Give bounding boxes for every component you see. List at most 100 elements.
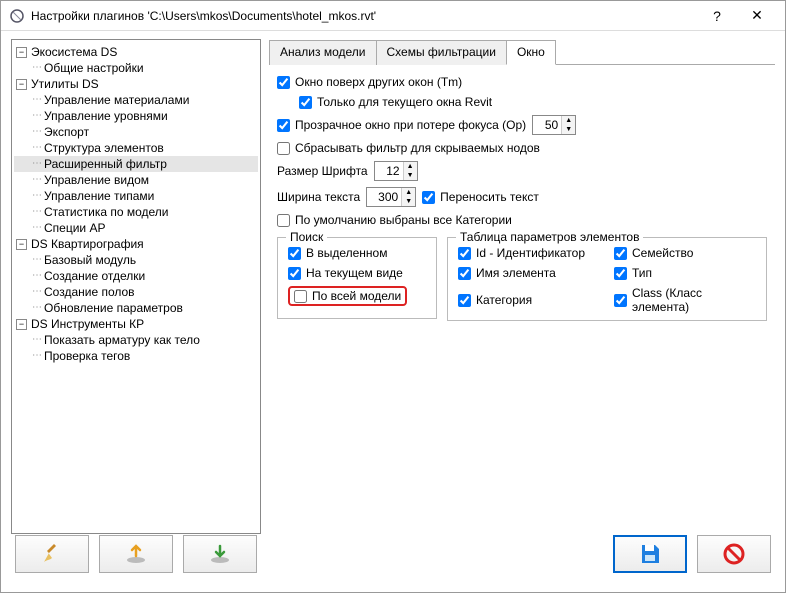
chk-col-id[interactable]: Id - Идентификатор [458,246,600,260]
chk-default-all-categories[interactable]: По умолчанию выбраны все Категории [277,213,512,227]
tree-node[interactable]: −Экосистема DS [14,44,258,60]
spin-up-icon[interactable]: ▲ [562,116,575,125]
tree-branch-icon: ⋯ [32,108,40,124]
tree-leaf[interactable]: ⋯Создание полов [14,284,258,300]
tree-leaf[interactable]: ⋯Создание отделки [14,268,258,284]
spin-down-icon[interactable]: ▼ [402,197,415,206]
tree-leaf-label: Проверка тегов [44,348,130,364]
highlight-whole-model: По всей модели [288,286,407,306]
spin-up-icon[interactable]: ▲ [404,162,417,171]
chk-search-current-view[interactable]: На текущем виде [288,266,403,280]
tree-toggle-icon[interactable]: − [16,47,27,58]
tree-leaf[interactable]: ⋯Управление видом [14,172,258,188]
tree-branch-icon: ⋯ [32,60,40,76]
tab-window-content: Окно поверх других окон (Tm) Только для … [269,65,775,534]
tree-branch-icon: ⋯ [32,300,40,316]
nav-tree[interactable]: −Экосистема DS⋯Общие настройки−Утилиты D… [11,39,261,534]
tree-node-label: Утилиты DS [31,76,99,92]
tree-node[interactable]: −Утилиты DS [14,76,258,92]
tree-leaf-label: Базовый модуль [44,252,136,268]
tree-leaf[interactable]: ⋯Базовый модуль [14,252,258,268]
spin-down-icon[interactable]: ▼ [562,125,575,134]
tree-leaf-label: Расширенный фильтр [44,156,167,172]
window-title: Настройки плагинов 'C:\Users\mkos\Docume… [31,9,697,23]
tree-leaf-label: Управление уровнями [44,108,168,124]
tree-leaf[interactable]: ⋯Проверка тегов [14,348,258,364]
tree-branch-icon: ⋯ [32,172,40,188]
tree-leaf-label: Управление типами [44,188,154,204]
tab[interactable]: Окно [506,40,556,65]
chk-col-class[interactable]: Class (Класс элемента) [614,286,756,314]
tree-leaf[interactable]: ⋯Обновление параметров [14,300,258,316]
chk-col-category[interactable]: Категория [458,286,600,314]
tree-leaf-label: Общие настройки [44,60,144,76]
clean-button[interactable] [15,535,89,573]
tree-branch-icon: ⋯ [32,204,40,220]
tabs: Анализ моделиСхемы фильтрацииОкно [269,39,775,65]
tree-node[interactable]: −DS Инструменты КР [14,316,258,332]
chk-reset-filter[interactable]: Сбрасывать фильтр для скрываемых нодов [277,141,540,155]
font-size-spinner[interactable]: ▲▼ [374,161,418,181]
group-param-table: Таблица параметров элементов Id - Иденти… [447,237,767,321]
tree-branch-icon: ⋯ [32,92,40,108]
tree-leaf[interactable]: ⋯Экспорт [14,124,258,140]
tree-leaf[interactable]: ⋯Статистика по модели [14,204,258,220]
chk-col-type[interactable]: Тип [614,266,756,280]
font-size-label: Размер Шрифта [277,164,368,178]
tree-node[interactable]: −DS Квартирография [14,236,258,252]
close-button[interactable]: ✕ [737,2,777,30]
tree-leaf[interactable]: ⋯Общие настройки [14,60,258,76]
chk-search-selection[interactable]: В выделенном [288,246,387,260]
tree-leaf-label: Статистика по модели [44,204,169,220]
tree-leaf-label: Обновление параметров [44,300,183,316]
spin-up-icon[interactable]: ▲ [402,188,415,197]
tree-node-label: DS Квартирография [31,236,144,252]
text-width-label: Ширина текста [277,190,360,204]
tree-branch-icon: ⋯ [32,348,40,364]
opacity-spinner[interactable]: ▲▼ [532,115,576,135]
export-icon [124,542,148,566]
help-button[interactable]: ? [697,2,737,30]
tab[interactable]: Схемы фильтрации [376,40,507,65]
tree-leaf[interactable]: ⋯Расширенный фильтр [14,156,258,172]
tree-toggle-icon[interactable]: − [16,239,27,250]
tree-branch-icon: ⋯ [32,252,40,268]
save-icon [638,542,662,566]
save-button[interactable] [613,535,687,573]
chk-topmost[interactable]: Окно поверх других окон (Tm) [277,75,462,89]
tree-leaf[interactable]: ⋯Структура элементов [14,140,258,156]
tree-branch-icon: ⋯ [32,140,40,156]
chk-transparent-on-blur[interactable]: Прозрачное окно при потере фокуса (Op) [277,118,526,132]
import-button[interactable] [183,535,257,573]
tree-branch-icon: ⋯ [32,156,40,172]
chk-col-family[interactable]: Семейство [614,246,756,260]
tree-branch-icon: ⋯ [32,284,40,300]
footer-toolbar [1,534,785,584]
tree-toggle-icon[interactable]: − [16,319,27,330]
tree-leaf-label: Экспорт [44,124,89,140]
tree-leaf[interactable]: ⋯Специи АР [14,220,258,236]
chk-topmost-current-revit[interactable]: Только для текущего окна Revit [299,95,492,109]
tree-node-label: Экосистема DS [31,44,117,60]
tree-branch-icon: ⋯ [32,188,40,204]
broom-icon [40,542,64,566]
tree-leaf-label: Показать арматуру как тело [44,332,200,348]
tree-leaf[interactable]: ⋯Управление типами [14,188,258,204]
tree-toggle-icon[interactable]: − [16,79,27,90]
tree-branch-icon: ⋯ [32,220,40,236]
tree-leaf[interactable]: ⋯Управление уровнями [14,108,258,124]
chk-wrap-text[interactable]: Переносить текст [422,190,539,204]
chk-search-whole-model[interactable]: По всей модели [294,289,401,303]
tree-leaf-label: Специи АР [44,220,105,236]
text-width-spinner[interactable]: ▲▼ [366,187,416,207]
tree-leaf-label: Структура элементов [44,140,164,156]
chk-col-name[interactable]: Имя элемента [458,266,600,280]
cancel-button[interactable] [697,535,771,573]
export-button[interactable] [99,535,173,573]
spin-down-icon[interactable]: ▼ [404,171,417,180]
tree-leaf-label: Управление видом [44,172,149,188]
tree-leaf[interactable]: ⋯Показать арматуру как тело [14,332,258,348]
title-bar: Настройки плагинов 'C:\Users\mkos\Docume… [1,1,785,31]
tree-leaf[interactable]: ⋯Управление материалами [14,92,258,108]
tab[interactable]: Анализ модели [269,40,377,65]
